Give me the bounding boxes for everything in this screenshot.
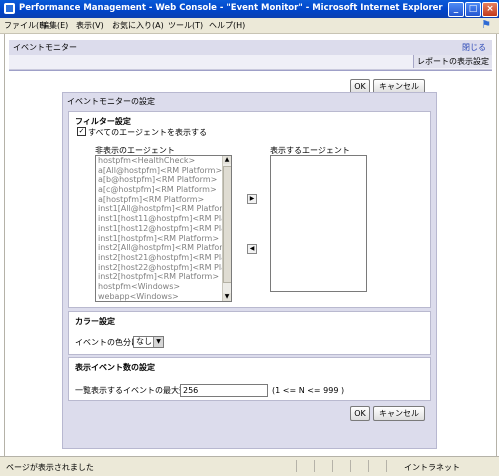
menu-bar: ファイル(F) 編集(E) 表示(V) お気に入り(A) ツール(T) ヘルプ(… — [0, 18, 499, 34]
agent-list-item[interactable]: inst1[All@hostpfm]<RM Platform — [96, 204, 231, 214]
agent-list-item[interactable]: inst2[All@hostpfm]<RM Platform — [96, 243, 231, 253]
chevron-down-icon[interactable]: ▼ — [153, 337, 163, 347]
page-content: イベントモニター 閉じる レポートの表示設定 OK キャンセル イベントモニター… — [4, 34, 497, 456]
settings-panel: イベントモニターの設定 フィルター設定 ✓ すべてのエージェントを表示する 非表… — [62, 92, 437, 449]
status-cell — [368, 460, 369, 472]
cancel-button-bottom[interactable]: キャンセル — [373, 406, 425, 421]
hidden-agents-list[interactable]: hostpfm<HealthCheck> a[All@hostpfm]<RM Pl… — [95, 155, 232, 302]
agent-list-item[interactable]: a[b@hostpfm]<RM Platform> — [96, 175, 231, 185]
shown-agents-list[interactable] — [270, 155, 367, 292]
max-events-label: 一覧表示するイベントの最大数 — [75, 386, 187, 395]
status-cell — [350, 460, 351, 472]
color-section: カラー設定 イベントの色分け なし ▼ — [68, 311, 431, 355]
zone-label: イントラネット — [404, 463, 460, 472]
sub-header: レポートの表示設定 — [9, 55, 492, 70]
close-link[interactable]: 閉じる — [462, 42, 486, 53]
window-titlebar: Performance Management - Web Console - "… — [0, 0, 499, 18]
maximize-button[interactable]: □ — [465, 2, 481, 17]
agent-list-item[interactable]: webapp<Windows> — [96, 292, 231, 301]
filter-section-title: フィルター設定 — [75, 117, 131, 126]
menu-tools[interactable]: ツール(T) — [168, 20, 203, 31]
browser-icon — [4, 3, 15, 14]
scroll-thumb[interactable] — [223, 166, 231, 283]
count-section: 表示イベント数の設定 一覧表示するイベントの最大数 256 (1 <= N <=… — [68, 357, 431, 401]
agent-list-item[interactable]: inst2[host21@hostpfm]<RM Pla — [96, 253, 231, 263]
menu-favorites[interactable]: お気に入り(A) — [112, 20, 164, 31]
close-window-button[interactable]: × — [482, 2, 498, 17]
show-all-agents-checkbox[interactable]: ✓ — [77, 127, 86, 136]
scroll-down-icon[interactable]: ▼ — [223, 293, 231, 301]
max-events-range: (1 <= N <= 999 ) — [272, 386, 345, 395]
agent-list-item[interactable]: inst1[host12@hostpfm]<RM Pla — [96, 224, 231, 234]
page-header: イベントモニター 閉じる — [9, 40, 492, 55]
agent-list-item[interactable]: hostpfm<Windows> — [96, 282, 231, 292]
count-section-title: 表示イベント数の設定 — [75, 363, 155, 372]
scroll-up-icon[interactable]: ▲ — [223, 156, 231, 164]
add-agent-button[interactable]: ▶ — [247, 194, 257, 204]
color-section-title: カラー設定 — [75, 317, 115, 326]
panel-title: イベントモニターの設定 — [67, 97, 155, 106]
status-cell — [314, 460, 315, 472]
event-color-label: イベントの色分け — [75, 338, 139, 347]
status-cell — [386, 460, 387, 472]
agent-list-item[interactable]: inst1[host11@hostpfm]<RM Pla — [96, 214, 231, 224]
agent-list-item[interactable]: a[All@hostpfm]<RM Platform> — [96, 166, 231, 176]
agent-list-item[interactable]: a[c@hostpfm]<RM Platform> — [96, 185, 231, 195]
menu-edit[interactable]: 編集(E) — [41, 20, 68, 31]
remove-agent-button[interactable]: ◀ — [247, 244, 257, 254]
windows-logo-icon: ⚑ — [481, 18, 491, 31]
tab-report-display-settings[interactable]: レポートの表示設定 — [413, 55, 492, 68]
page-title: イベントモニター — [13, 43, 77, 52]
agent-list-item[interactable]: inst1[hostpfm]<RM Platform> — [96, 234, 231, 244]
filter-section: フィルター設定 ✓ すべてのエージェントを表示する 非表示のエージェント 表示す… — [68, 111, 431, 308]
status-bar: ページが表示されました イントラネット — [0, 456, 499, 476]
status-text: ページが表示されました — [6, 463, 94, 472]
agent-list-item[interactable]: inst2[host22@hostpfm]<RM Pla — [96, 263, 231, 273]
hidden-list-scrollbar[interactable]: ▲ ▼ — [222, 156, 231, 301]
max-events-input[interactable]: 256 — [180, 384, 268, 397]
agent-list-item[interactable]: a[hostpfm]<RM Platform> — [96, 195, 231, 205]
event-color-select[interactable]: なし ▼ — [133, 336, 164, 348]
event-color-value: なし — [136, 337, 152, 346]
status-cell — [296, 460, 297, 472]
menu-view[interactable]: 表示(V) — [76, 20, 104, 31]
ok-button-bottom[interactable]: OK — [350, 406, 370, 421]
minimize-button[interactable]: _ — [448, 2, 464, 17]
agent-list-item[interactable]: inst2[hostpfm]<RM Platform> — [96, 272, 231, 282]
status-cell — [332, 460, 333, 472]
divider — [9, 70, 492, 71]
menu-help[interactable]: ヘルプ(H) — [209, 20, 245, 31]
agent-list-item[interactable]: hostpfm<HealthCheck> — [96, 156, 231, 166]
window-title: Performance Management - Web Console - "… — [19, 3, 443, 13]
show-all-agents-label: すべてのエージェントを表示する — [88, 128, 207, 137]
